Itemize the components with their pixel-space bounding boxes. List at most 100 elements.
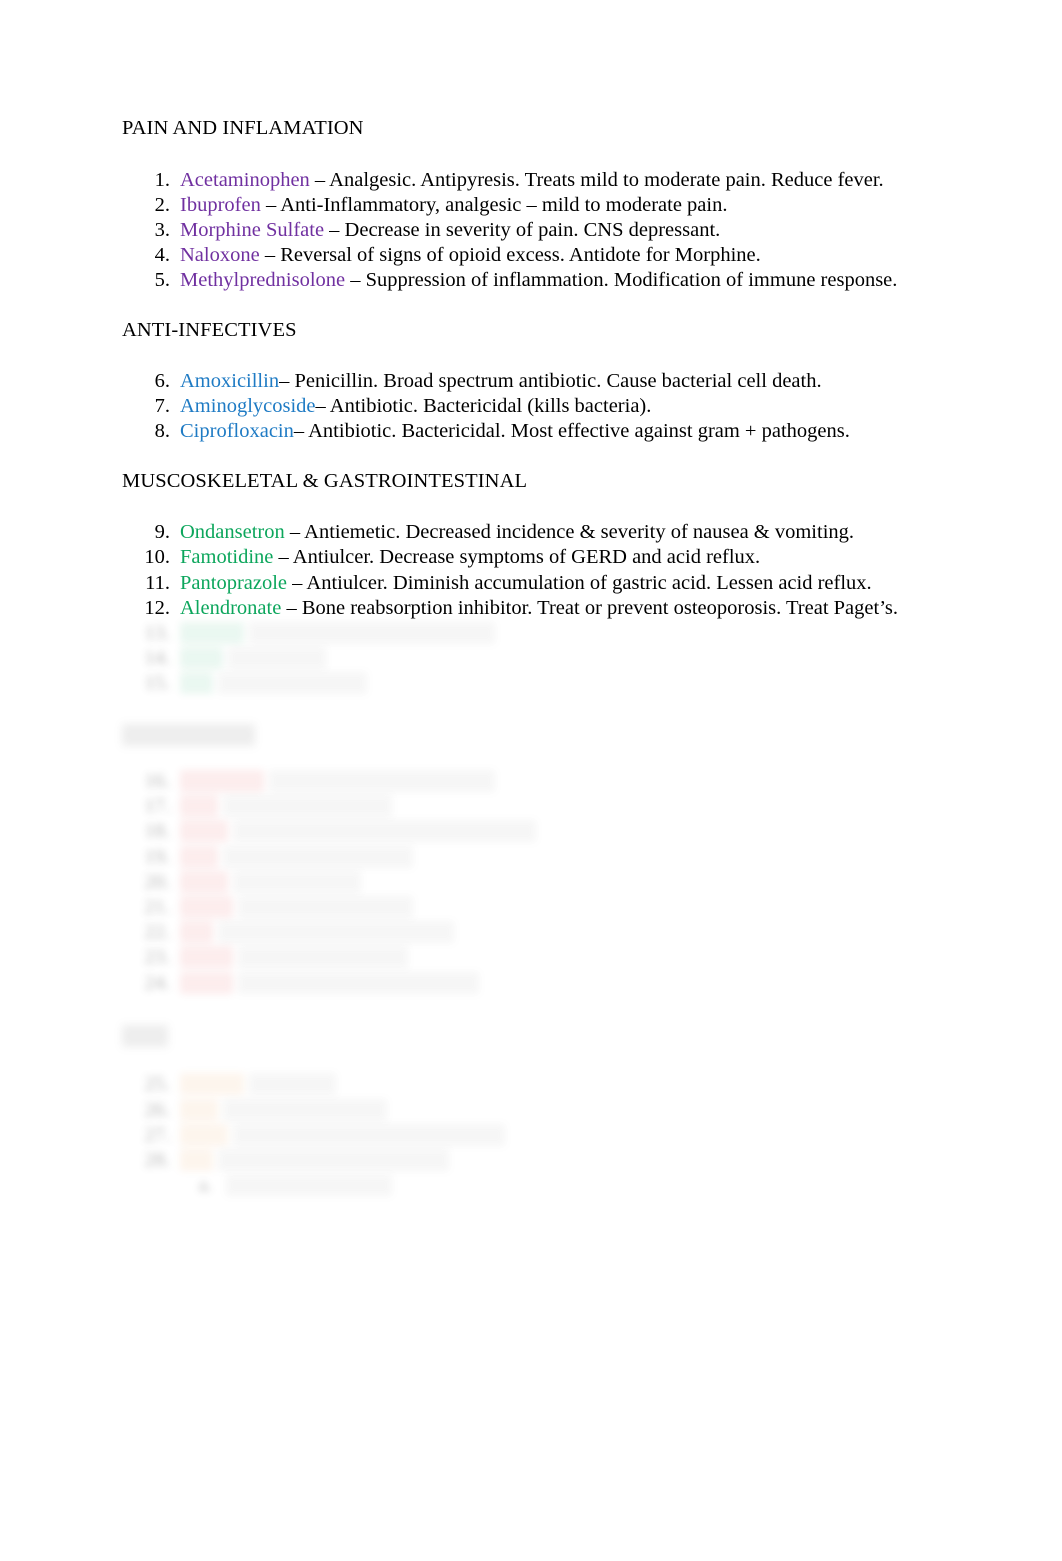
list-item-body: Famotidine – Antiulcer. Decrease symptom… — [180, 545, 942, 570]
redacted-drug-description — [269, 770, 495, 793]
redacted-drug-name — [180, 770, 264, 793]
redacted-drug-name — [180, 845, 218, 868]
redacted-list-item-body — [180, 621, 942, 646]
redacted-list-item: 26. — [122, 1098, 942, 1123]
list-item-number: 2. — [154, 193, 170, 216]
redacted-section-heading — [122, 723, 942, 746]
list-item-number: 17. — [144, 795, 170, 818]
redacted-sub-description — [226, 1175, 393, 1197]
drug-description: – Bone reabsorption inhibitor. Treat or … — [286, 596, 898, 619]
redacted-list-item: 24. — [122, 971, 942, 996]
drug-name: Acetaminophen — [180, 168, 310, 191]
drug-name: Amoxicillin — [180, 370, 280, 393]
drug-list-muscoskeletal-gastrointestinal: 9. Ondansetron – Antiemetic. Decreased i… — [122, 520, 942, 696]
redacted-drug-description — [223, 1098, 387, 1121]
list-item-number: 27. — [144, 1123, 170, 1146]
redacted-list-item: 14. — [122, 646, 942, 671]
redacted-list-item-body — [180, 671, 942, 696]
list-item-body: Alendronate – Bone reabsorption inhibito… — [180, 596, 942, 621]
redacted-drug-description — [217, 921, 454, 944]
list-item-body: Ibuprofen – Anti-Inflammatory, analgesic… — [180, 193, 942, 218]
redacted-list-item-body — [180, 1123, 942, 1148]
list-item: 2. Ibuprofen – Anti-Inflammatory, analge… — [122, 193, 942, 218]
list-item: 3. Morphine Sulfate – Decrease in severi… — [122, 218, 942, 243]
redacted-drug-description — [248, 1073, 336, 1096]
redacted-list-item: 16. — [122, 769, 942, 794]
redacted-drug-name — [180, 1098, 218, 1121]
sub-list-item-number: a. — [198, 1175, 212, 1197]
list-item: 8. Ciprofloxacin– Antibiotic. Bactericid… — [122, 419, 942, 444]
redacted-drug-description — [217, 1148, 449, 1171]
redacted-list-item-body — [180, 920, 942, 945]
redacted-drug-description — [238, 971, 480, 994]
redacted-list-item: 27. — [122, 1123, 942, 1148]
list-item: 5. Methylprednisolone – Suppression of i… — [122, 268, 942, 293]
list-item-number: 6. — [154, 370, 170, 393]
list-item-body: Acetaminophen – Analgesic. Antipyresis. … — [180, 168, 942, 193]
redacted-drug-name — [180, 896, 234, 919]
redacted-drug-description — [223, 795, 393, 818]
list-item-body: Naloxone – Reversal of signs of opioid e… — [180, 243, 942, 268]
list-item-body: Ciprofloxacin– Antibiotic. Bactericidal.… — [180, 419, 942, 444]
drug-list-pain-and-inflamation: 1. Acetaminophen – Analgesic. Antipyresi… — [122, 168, 942, 294]
redacted-drug-description — [233, 820, 536, 843]
redacted-drug-description — [238, 946, 408, 969]
redacted-drug-name — [180, 647, 223, 670]
redacted-drug-name — [180, 921, 213, 944]
list-item: 9. Ondansetron – Antiemetic. Decreased i… — [122, 520, 942, 545]
list-item-number: 9. — [154, 521, 170, 544]
list-item-number: 16. — [144, 770, 170, 793]
redacted-list-item: 28. — [122, 1148, 942, 1173]
list-item: 6. Amoxicillin– Penicillin. Broad spectr… — [122, 369, 942, 394]
redacted-drug-description — [233, 870, 362, 893]
list-item-number: 22. — [144, 921, 170, 944]
list-item-number: 24. — [144, 971, 170, 994]
drug-name: Ibuprofen — [180, 193, 261, 216]
redacted-list-item-body — [180, 769, 942, 794]
list-item-number: 21. — [144, 896, 170, 919]
list-item-number: 26. — [144, 1098, 170, 1121]
document-page: PAIN AND INFLAMATION 1. Acetaminophen – … — [0, 0, 1062, 1561]
list-item-body: Amoxicillin– Penicillin. Broad spectrum … — [180, 369, 942, 394]
section-pain-and-inflamation: PAIN AND INFLAMATION 1. Acetaminophen – … — [122, 118, 942, 294]
redacted-list-item-body — [180, 1098, 942, 1123]
drug-name: Naloxone — [180, 244, 260, 267]
list-item-number: 12. — [144, 596, 170, 619]
list-item-number: 15. — [144, 672, 170, 695]
redacted-drug-name — [180, 870, 229, 893]
drug-name: Morphine Sulfate — [180, 218, 325, 241]
drug-description: – Anti-Inflammatory, analgesic – mild to… — [260, 193, 728, 216]
list-item-number: 19. — [144, 845, 170, 868]
redacted-list-item-body — [180, 819, 942, 844]
drug-description: – Antibiotic. Bactericidal. Most effecti… — [293, 420, 850, 443]
drug-name: Alendronate — [180, 596, 287, 619]
drug-name: Ondansetron — [180, 521, 290, 544]
redacted-list-item-body — [180, 794, 942, 819]
drug-name: Aminoglycoside — [180, 395, 316, 418]
redacted-drug-name — [180, 621, 244, 644]
list-item-number: 10. — [144, 546, 170, 569]
list-item-number: 20. — [144, 870, 170, 893]
list-item-number: 13. — [144, 621, 170, 644]
list-item-number: 23. — [144, 946, 170, 969]
redacted-drug-name — [180, 946, 234, 969]
redacted-list-item: 25. — [122, 1072, 942, 1097]
section-heading-muscoskeletal-gastrointestinal: MUSCOSKELETAL & GASTROINTESTINAL — [122, 469, 528, 492]
redacted-drug-description — [248, 621, 495, 644]
section-redacted-orange: 25. 26. 27. 28. a. — [122, 1024, 942, 1199]
list-item-number: 7. — [154, 395, 170, 418]
drug-description: – Decrease in severity of pain. CNS depr… — [324, 218, 721, 241]
drug-description: – Suppression of inflammation. Modificat… — [350, 269, 898, 292]
list-item-body: Ondansetron – Antiemetic. Decreased inci… — [180, 520, 942, 545]
list-item-number: 5. — [154, 269, 170, 292]
list-item-number: 11. — [145, 571, 170, 594]
redacted-sub-list-item-body — [226, 1173, 942, 1198]
redacted-list-item-body — [180, 1148, 942, 1173]
redacted-drug-description — [233, 1123, 505, 1146]
list-item: 4. Naloxone – Reversal of signs of opioi… — [122, 243, 942, 268]
